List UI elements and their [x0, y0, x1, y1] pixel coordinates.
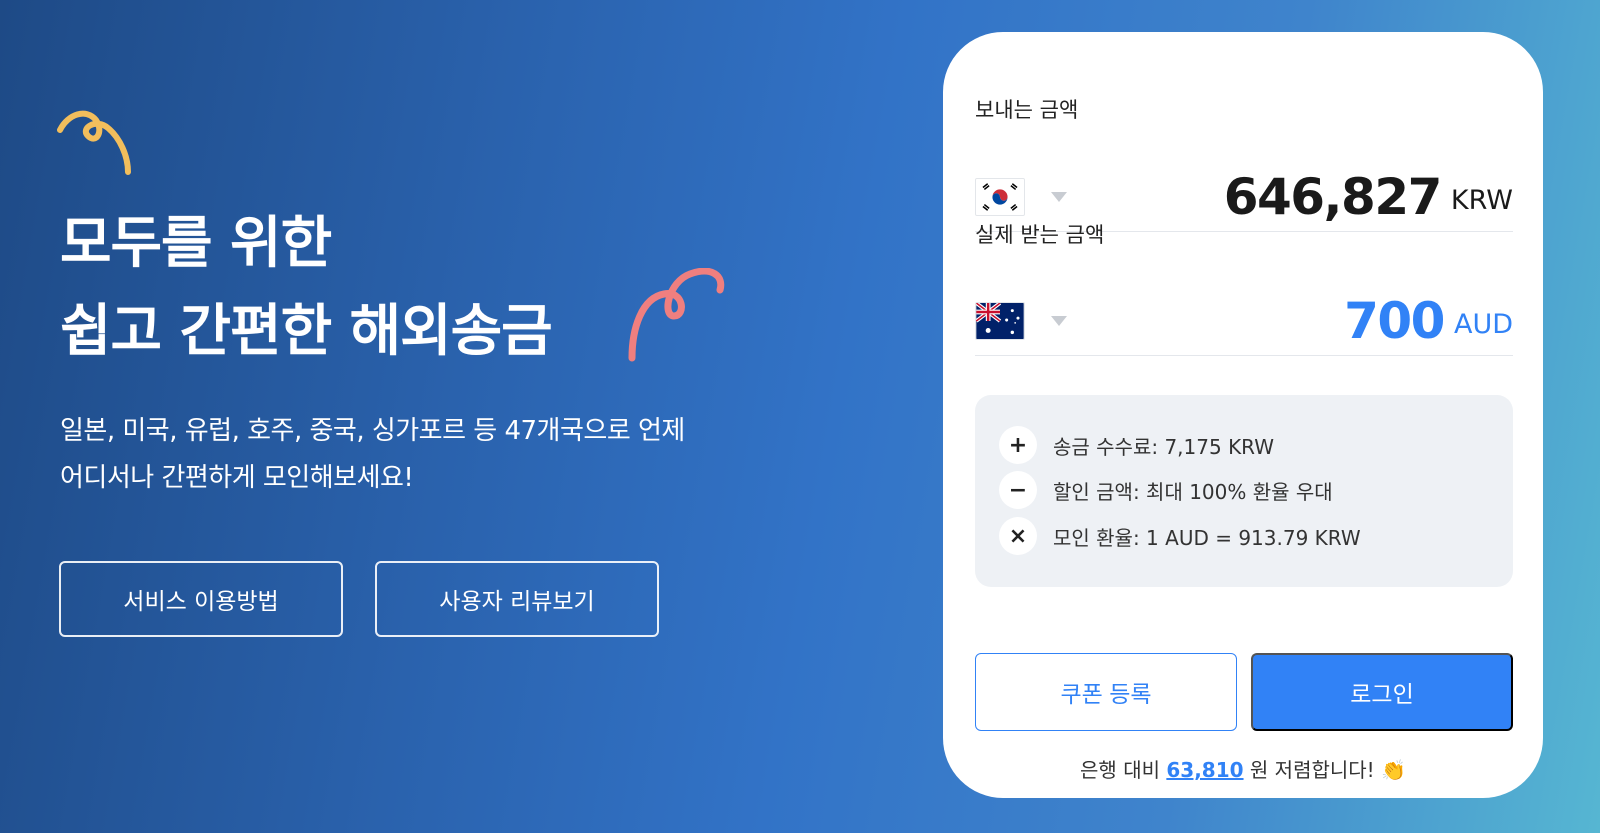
hero-description: 일본, 미국, 유럽, 호주, 중국, 싱가포르 등 47개국으로 언제 어디서… — [60, 408, 685, 502]
hero-description-line1: 일본, 미국, 유럽, 호주, 중국, 싱가포르 등 47개국으로 언제 — [60, 416, 685, 446]
savings-suffix: 원 저렴합니다! 👏 — [1249, 758, 1406, 782]
plus-icon: + — [999, 426, 1037, 464]
australia-flag-icon[interactable] — [975, 302, 1025, 340]
fee-row: + 송금 수수료: 7,175 KRW — [999, 426, 1274, 464]
hero-description-line2: 어디서나 간편하게 모인해보세요! — [60, 463, 414, 493]
hero-title-line2: 쉽고 간편한 해외송금 — [60, 299, 553, 364]
exchange-rate-row: × 모인 환율: 1 AUD = 913.79 KRW — [999, 517, 1361, 555]
send-amount-value[interactable]: 646,827 — [1224, 168, 1443, 226]
korea-flag-icon[interactable] — [975, 178, 1025, 216]
savings-message: 은행 대비 63,810 원 저렴합니다! 👏 — [943, 754, 1543, 783]
send-amount-value-group[interactable]: 646,827 KRW — [1224, 162, 1513, 232]
send-currency-dropdown-icon[interactable] — [1051, 192, 1067, 202]
hero-title: 모두를 위한 쉽고 간편한 해외송금 — [60, 200, 553, 376]
receive-amount-value[interactable]: 700 — [1344, 292, 1445, 350]
yellow-squiggle-icon — [57, 110, 131, 175]
hero-title-line1: 모두를 위한 — [60, 211, 332, 276]
savings-prefix: 은행 대비 — [1080, 758, 1160, 782]
times-icon: × — [999, 517, 1037, 555]
savings-amount-link[interactable]: 63,810 — [1166, 758, 1243, 782]
fee-text: 송금 수수료: 7,175 KRW — [1053, 434, 1275, 459]
exchange-rate-text: 모인 환율: 1 AUD = 913.79 KRW — [1053, 525, 1361, 550]
user-reviews-button[interactable]: 사용자 리뷰보기 — [375, 561, 659, 637]
coupon-register-button[interactable]: 쿠폰 등록 — [975, 653, 1237, 731]
receive-amount-value-group[interactable]: 700 AUD — [1344, 286, 1513, 356]
discount-row: − 할인 금액: 최대 100% 환율 우대 — [999, 471, 1333, 509]
pink-squiggle-icon — [628, 268, 725, 362]
service-guide-button[interactable]: 서비스 이용방법 — [59, 561, 343, 637]
discount-text: 할인 금액: 최대 100% 환율 우대 — [1053, 479, 1333, 504]
receive-currency-code: AUD — [1453, 308, 1513, 340]
minus-icon: − — [999, 471, 1037, 509]
login-button[interactable]: 로그인 — [1251, 653, 1513, 731]
send-amount-label: 보내는 금액 — [975, 98, 1079, 122]
receive-amount-row: 700 AUD — [975, 286, 1513, 356]
remittance-calculator-card: 보내는 금액 646,827 KRW 실제 받는 금액 700 AUD + 송금… — [943, 32, 1543, 798]
fee-details-box: + 송금 수수료: 7,175 KRW − 할인 금액: 최대 100% 환율 … — [975, 395, 1513, 587]
send-currency-code: KRW — [1450, 184, 1513, 216]
receive-amount-label: 실제 받는 금액 — [975, 223, 1105, 247]
receive-currency-dropdown-icon[interactable] — [1051, 316, 1067, 326]
